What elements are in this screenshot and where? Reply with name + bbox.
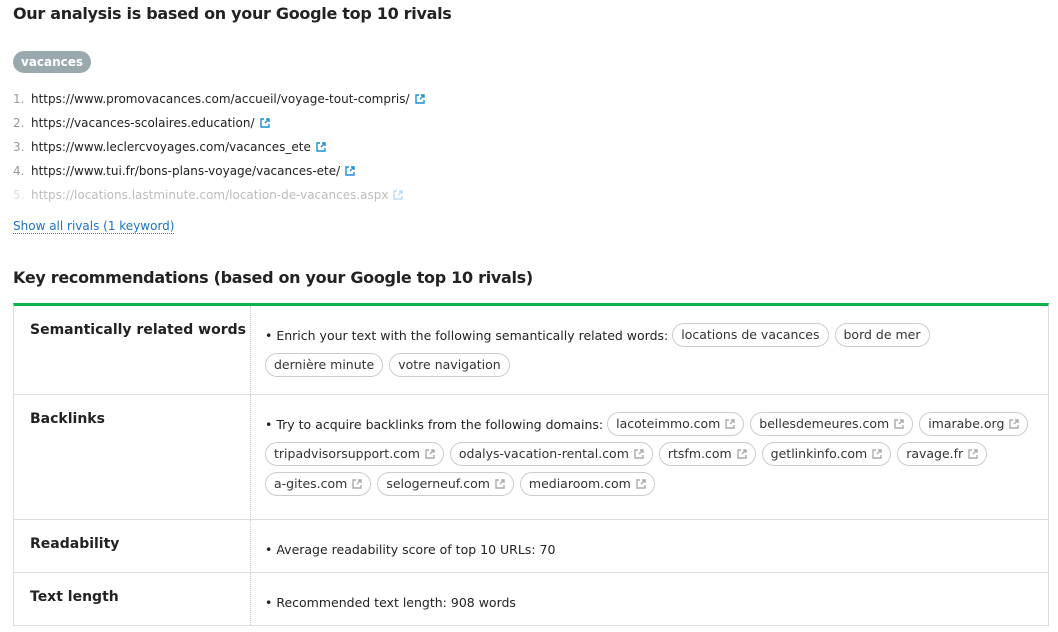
external-link-icon[interactable] <box>736 448 747 459</box>
show-all-rivals-link[interactable]: Show all rivals (1 keyword) <box>13 219 175 234</box>
external-link-icon[interactable] <box>725 418 735 429</box>
recommendations-title: Key recommendations (based on your Googl… <box>13 268 533 287</box>
external-link-icon[interactable] <box>259 118 270 128</box>
row-text: • Enrich your text with the following se… <box>265 328 669 343</box>
rival-url-item: 4. https://www.tui.fr/bons-plans-voyage/v… <box>13 160 425 184</box>
related-word-chip: locations de vacances <box>672 322 829 347</box>
rival-url-item: 5. https://locations.lastminute.com/locat… <box>13 184 425 208</box>
row-text-length: Text length • Recommended text length: 9… <box>14 573 1048 626</box>
rival-url-item: 3. https://www.leclercvoyages.com/vacance… <box>13 136 425 160</box>
row-text: • Try to acquire backlinks from the foll… <box>265 417 604 432</box>
backlink-domain-chip[interactable]: mediaroom.com <box>519 471 655 496</box>
external-link-icon[interactable] <box>1009 418 1020 429</box>
domain-name: tripadvisorsupport.com <box>274 445 420 461</box>
rival-url: https://www.leclercvoyages.com/vacances_… <box>31 140 311 154</box>
backlink-domain-chip[interactable]: getlinkinfo.com <box>761 441 892 466</box>
rank-number: 1. <box>13 92 25 106</box>
backlink-domain-chip[interactable]: bellesdemeures.com <box>750 411 914 436</box>
backlink-domain-chip[interactable]: a-gites.com <box>265 471 372 496</box>
backlink-domain-chip[interactable]: ravage.fr <box>897 441 988 466</box>
related-word-chip: votre navigation <box>389 352 510 377</box>
row-backlinks: Backlinks • Try to acquire backlinks fro… <box>14 395 1048 520</box>
recommendations-table: Semantically related words • Enrich your… <box>13 303 1049 626</box>
backlink-domain-chip[interactable]: selogerneuf.com <box>377 471 514 496</box>
domain-name: selogerneuf.com <box>386 475 490 491</box>
row-text: • Recommended text length: <box>265 595 447 610</box>
rival-url: https://vacances-scolaires.education/ <box>31 116 255 130</box>
domain-name: lacoteimmo.com <box>616 415 721 431</box>
related-word-chip: dernière minute <box>265 352 384 377</box>
rival-url: https://www.tui.fr/bons-plans-voyage/vac… <box>31 164 341 178</box>
backlink-domain-chip[interactable]: tripadvisorsupport.com <box>265 441 444 466</box>
rival-url-item: 2. https://vacances-scolaires.education/ <box>13 112 425 136</box>
row-text: • Average readability score of top 10 UR… <box>265 542 536 557</box>
domain-name: getlinkinfo.com <box>770 445 868 461</box>
external-link-icon[interactable] <box>425 448 435 459</box>
rank-number: 5. <box>13 188 25 202</box>
external-link-icon[interactable] <box>393 190 404 200</box>
rival-url-list: 1. https://www.promovacances.com/accueil/… <box>13 88 425 208</box>
row-semantic: Semantically related words • Enrich your… <box>14 306 1048 395</box>
rank-number: 4. <box>13 164 25 178</box>
external-link-icon[interactable] <box>414 94 425 104</box>
rival-url: https://locations.lastminute.com/locatio… <box>31 188 389 202</box>
external-link-icon[interactable] <box>352 478 363 489</box>
external-link-icon[interactable] <box>894 418 904 429</box>
external-link-icon[interactable] <box>968 448 978 459</box>
rank-number: 2. <box>13 116 25 130</box>
domain-name: mediaroom.com <box>528 475 631 491</box>
backlink-domain-chip[interactable]: imarabe.org <box>919 411 1029 436</box>
rival-url-item: 1. https://www.promovacances.com/accueil/… <box>13 88 425 112</box>
external-link-icon[interactable] <box>634 448 644 459</box>
domain-name: imarabe.org <box>928 415 1005 431</box>
row-label: Backlinks <box>14 395 251 519</box>
external-link-icon[interactable] <box>872 448 882 459</box>
rival-url: https://www.promovacances.com/accueil/vo… <box>31 92 410 106</box>
text-length-value: 908 words <box>450 595 516 610</box>
backlink-domain-chip[interactable]: odalys-vacation-rental.com <box>449 441 653 466</box>
domain-name: odalys-vacation-rental.com <box>458 445 629 461</box>
domain-name: rtsfm.com <box>667 445 732 461</box>
external-link-icon[interactable] <box>495 478 505 489</box>
readability-score: 70 <box>539 542 556 557</box>
row-readability: Readability • Average readability score … <box>14 520 1048 573</box>
backlink-domain-chip[interactable]: lacoteimmo.com <box>607 411 745 436</box>
rivals-title: Our analysis is based on your Google top… <box>13 4 452 23</box>
row-label: Text length <box>14 573 251 625</box>
keyword-badge: vacances <box>13 51 92 73</box>
backlink-domain-chip[interactable]: rtsfm.com <box>658 441 756 466</box>
domain-name: bellesdemeures.com <box>759 415 890 431</box>
external-link-icon[interactable] <box>636 478 646 489</box>
domain-name: a-gites.com <box>274 475 348 491</box>
rank-number: 3. <box>13 140 25 154</box>
related-word-chip: bord de mer <box>834 322 930 347</box>
domain-name: ravage.fr <box>906 445 964 461</box>
row-label: Readability <box>14 520 251 572</box>
row-label: Semantically related words <box>14 306 251 394</box>
external-link-icon[interactable] <box>316 142 326 152</box>
external-link-icon[interactable] <box>345 166 355 176</box>
